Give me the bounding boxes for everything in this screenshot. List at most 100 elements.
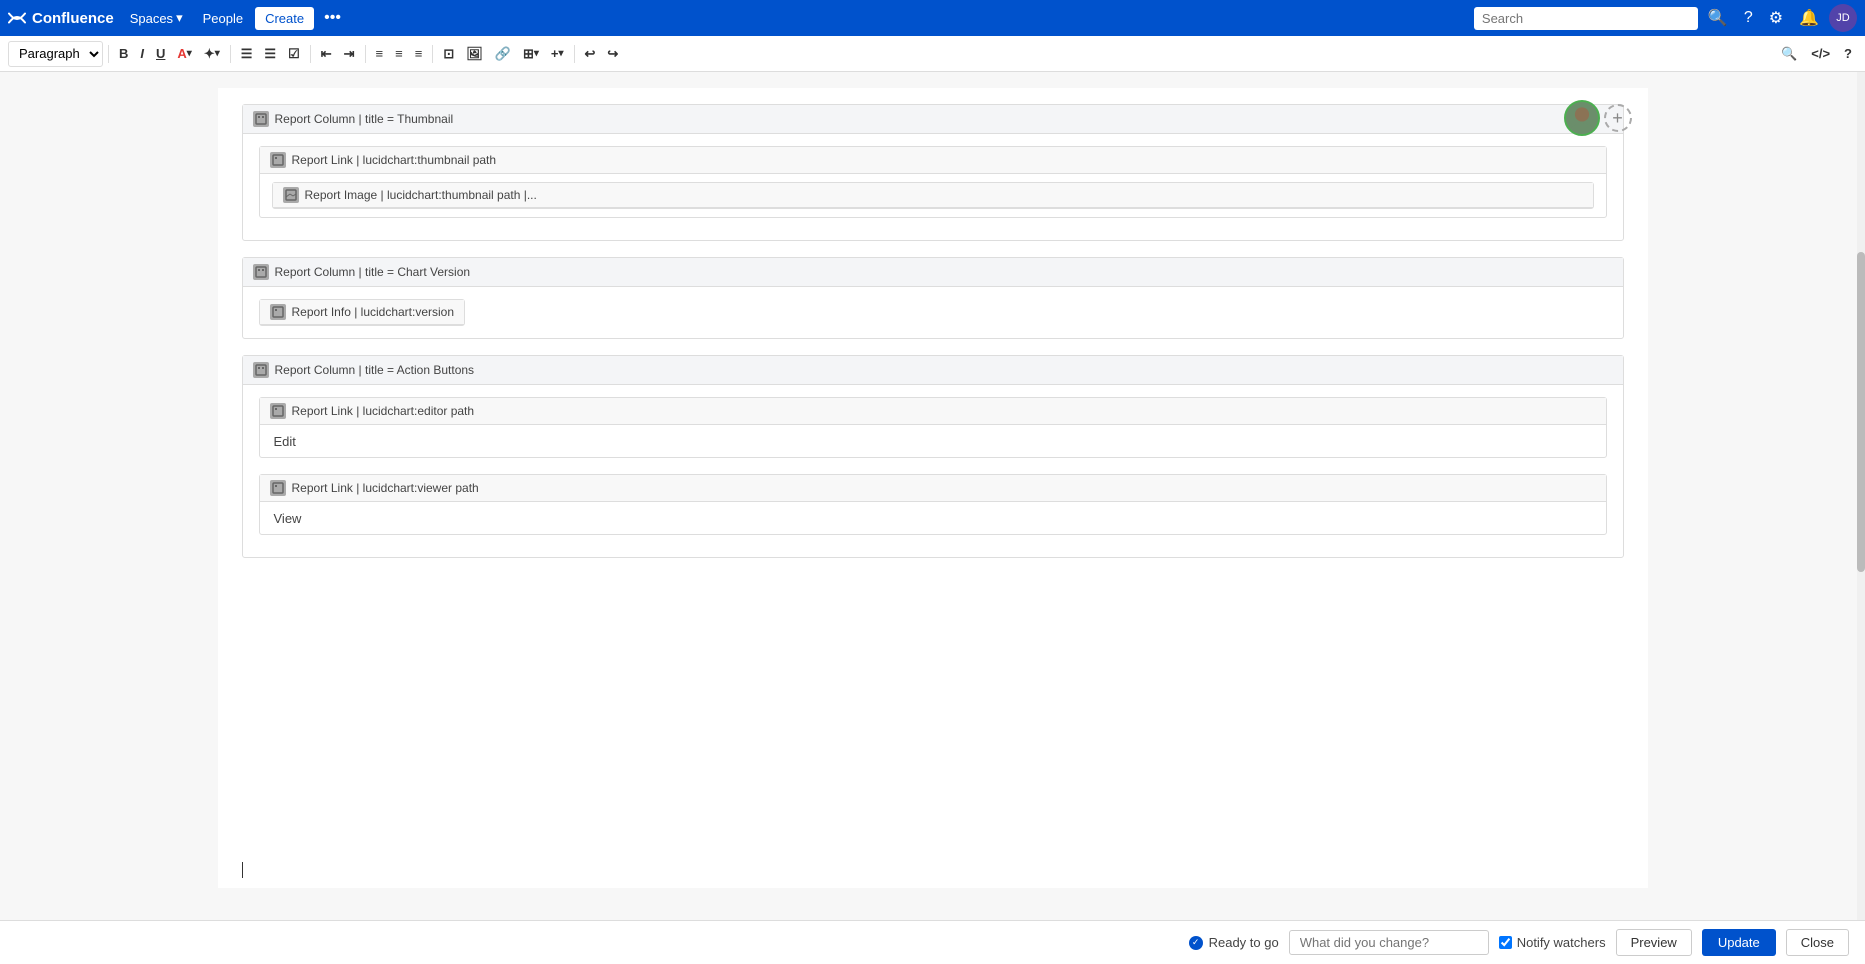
collaborator-avatar[interactable]: [1564, 100, 1600, 136]
update-button[interactable]: Update: [1702, 929, 1776, 956]
align-left-button[interactable]: ≡: [371, 41, 389, 67]
link-icon: 🔗: [495, 46, 511, 62]
editor-canvas: + Report Column | title = Thumbnail Repo…: [218, 88, 1648, 888]
report-link-editor-label: Report Link | lucidchart:editor path: [292, 404, 475, 418]
image-button[interactable]: 🖼: [461, 41, 488, 67]
report-column-thumbnail: Report Column | title = Thumbnail Report…: [242, 104, 1624, 241]
update-label: Update: [1718, 935, 1760, 950]
macro-icon-viewer-link: [270, 480, 286, 496]
align-left-icon: ≡: [376, 46, 384, 61]
people-label: People: [203, 11, 243, 26]
numbered-icon: ☰: [264, 46, 276, 62]
format-button[interactable]: ✦ ▾: [199, 41, 225, 67]
people-nav-btn[interactable]: People: [195, 7, 251, 30]
report-info-version-header: Report Info | lucidchart:version: [260, 300, 465, 325]
scrollbar-thumb[interactable]: [1857, 252, 1865, 572]
report-column-action-buttons-header: Report Column | title = Action Buttons: [243, 356, 1623, 385]
avatar[interactable]: JD: [1829, 4, 1857, 32]
search-icon-btn[interactable]: 🔍: [1702, 4, 1734, 32]
link-button[interactable]: 🔗: [490, 41, 516, 67]
report-link-viewer: Report Link | lucidchart:viewer path Vie…: [259, 474, 1607, 535]
content-area[interactable]: + Report Column | title = Thumbnail Repo…: [0, 72, 1865, 964]
macro-icon-editor-link: [270, 403, 286, 419]
report-info-version: Report Info | lucidchart:version: [259, 299, 466, 326]
edit-text: Edit: [272, 428, 298, 455]
find-button[interactable]: 🔍: [1776, 41, 1802, 67]
change-description-input[interactable]: [1289, 930, 1489, 955]
report-column-thumbnail-body: Report Link | lucidchart:thumbnail path …: [243, 134, 1623, 240]
italic-button[interactable]: I: [135, 41, 149, 67]
scrollbar-track[interactable]: [1857, 72, 1865, 920]
help-icon-btn[interactable]: ?: [1738, 5, 1759, 31]
spaces-menu[interactable]: Spaces ▾: [122, 6, 191, 30]
report-column-action-buttons-body: Report Link | lucidchart:editor path Edi…: [243, 385, 1623, 557]
notify-watchers-checkbox[interactable]: [1499, 936, 1512, 949]
underline-button[interactable]: U: [151, 41, 170, 67]
spaces-chevron-icon: ▾: [176, 10, 183, 26]
report-link-viewer-body: View: [260, 502, 1606, 534]
divider-3: [310, 45, 311, 63]
align-center-button[interactable]: ≡: [390, 41, 408, 67]
spaces-label: Spaces: [130, 11, 173, 26]
insert-button[interactable]: + ▾: [546, 41, 569, 67]
macro-icon-info: [270, 304, 286, 320]
logo-text: Confluence: [32, 10, 114, 27]
report-column-chart-version-body: Report Info | lucidchart:version: [243, 287, 1623, 338]
help-toolbar-button[interactable]: ?: [1839, 41, 1857, 67]
text-color-button[interactable]: A ▾: [172, 41, 196, 67]
editor-toolbar: Paragraph B I U A ▾ ✦ ▾ ☰ ☰ ☑ ⇤ ⇥ ≡ ≡ ≡ …: [0, 36, 1865, 72]
report-link-viewer-header: Report Link | lucidchart:viewer path: [260, 475, 1606, 502]
bold-button[interactable]: B: [114, 41, 133, 67]
search-input[interactable]: [1474, 7, 1698, 30]
panel-button[interactable]: ⊡: [438, 41, 459, 67]
close-button[interactable]: Close: [1786, 929, 1849, 956]
create-label: Create: [265, 11, 304, 26]
report-column-action-buttons-label: Report Column | title = Action Buttons: [275, 363, 475, 377]
task-button[interactable]: ☑: [283, 41, 305, 67]
report-link-thumbnail-header: Report Link | lucidchart:thumbnail path: [260, 147, 1606, 174]
add-collaborator-button[interactable]: +: [1604, 104, 1632, 132]
redo-button[interactable]: ↪: [602, 41, 623, 67]
report-link-editor-header: Report Link | lucidchart:editor path: [260, 398, 1606, 425]
table-button[interactable]: ⊞ ▾: [518, 41, 544, 67]
color-a-icon: A: [177, 46, 186, 61]
report-column-thumbnail-header: Report Column | title = Thumbnail: [243, 105, 1623, 134]
undo-icon: ↩: [585, 46, 596, 62]
macro-icon-action-buttons: [253, 362, 269, 378]
preview-button[interactable]: Preview: [1616, 929, 1692, 956]
divider-6: [574, 45, 575, 63]
format-chevron-icon: ▾: [215, 48, 220, 59]
bullet-list-button[interactable]: ☰: [236, 41, 258, 67]
avatar-image: [1566, 100, 1598, 136]
image-icon: 🖼: [466, 46, 483, 62]
divider-1: [108, 45, 109, 63]
notify-watchers-label: Notify watchers: [1499, 935, 1606, 950]
macro-icon-image: [283, 187, 299, 203]
numbered-list-button[interactable]: ☰: [259, 41, 281, 67]
report-column-chart-version-header: Report Column | title = Chart Version: [243, 258, 1623, 287]
confluence-logo[interactable]: Confluence: [8, 9, 114, 27]
align-right-button[interactable]: ≡: [410, 41, 428, 67]
report-info-version-label: Report Info | lucidchart:version: [292, 305, 455, 319]
undo-button[interactable]: ↩: [580, 41, 601, 67]
report-image-thumbnail: Report Image | lucidchart:thumbnail path…: [272, 182, 1594, 209]
report-image-thumbnail-label: Report Image | lucidchart:thumbnail path…: [305, 188, 537, 202]
preview-label: Preview: [1631, 935, 1677, 950]
divider-4: [365, 45, 366, 63]
redo-icon: ↪: [607, 46, 618, 62]
bullet-icon: ☰: [241, 46, 253, 62]
more-nav-button[interactable]: •••: [318, 5, 347, 31]
source-editor-button[interactable]: </>: [1806, 41, 1835, 67]
report-column-chart-version: Report Column | title = Chart Version Re…: [242, 257, 1624, 339]
editor-cursor: [242, 862, 243, 878]
report-column-chart-version-label: Report Column | title = Chart Version: [275, 265, 471, 279]
indent-button[interactable]: ⇥: [339, 41, 360, 67]
report-link-thumbnail-label: Report Link | lucidchart:thumbnail path: [292, 153, 497, 167]
settings-icon-btn[interactable]: ⚙: [1763, 4, 1789, 32]
paragraph-select[interactable]: Paragraph: [8, 41, 103, 67]
notifications-icon-btn[interactable]: 🔔: [1793, 4, 1825, 32]
outdent-button[interactable]: ⇤: [316, 41, 337, 67]
create-button[interactable]: Create: [255, 7, 314, 30]
report-link-thumbnail-body: Report Image | lucidchart:thumbnail path…: [260, 174, 1606, 217]
source-icon: </>: [1811, 46, 1830, 61]
